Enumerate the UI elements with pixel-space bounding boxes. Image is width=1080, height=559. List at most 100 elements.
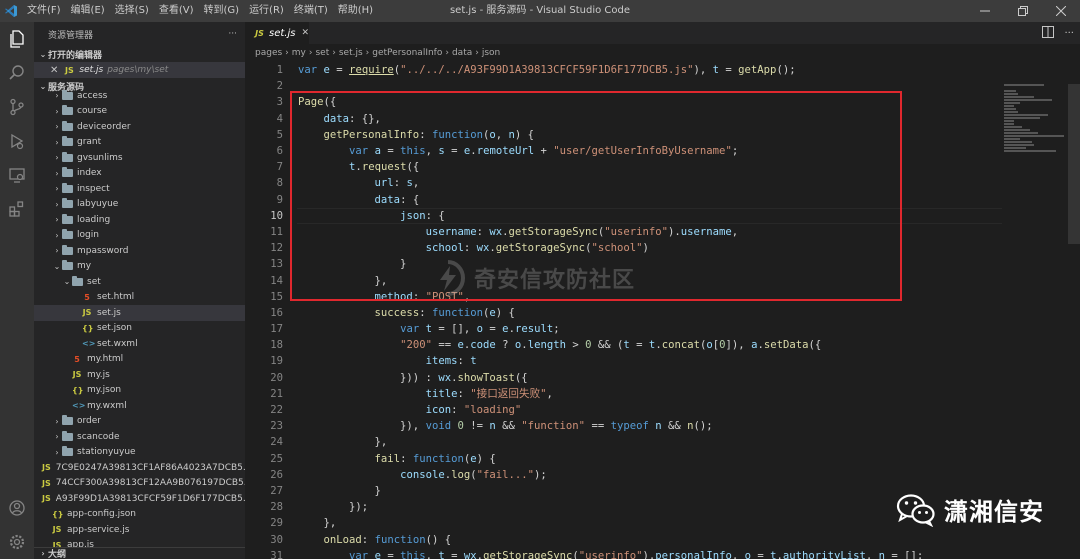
tree-folder[interactable]: › grant: [34, 135, 245, 151]
tree-folder[interactable]: › deviceorder: [34, 119, 245, 135]
outline-section[interactable]: › 大纲: [34, 547, 245, 559]
code-line[interactable]: 19 items: t: [245, 353, 1080, 369]
tree-item-label: A93F99D1A39813CFCF59F1D6F177DCB5...: [55, 493, 245, 504]
account-icon[interactable]: [0, 491, 34, 525]
code-token: });: [298, 501, 369, 514]
vertical-scrollbar[interactable]: [1068, 84, 1080, 559]
line-number: 29: [270, 517, 283, 530]
tree-folder[interactable]: › login: [34, 228, 245, 244]
code-line[interactable]: 26 console.log("fail...");: [245, 467, 1080, 483]
code-line[interactable]: 18 "200" == e.code ? o.length > 0 && (t …: [245, 337, 1080, 353]
tree-folder[interactable]: › loading: [34, 212, 245, 228]
tree-folder[interactable]: › mpassword: [34, 243, 245, 259]
settings-gear-icon[interactable]: [0, 525, 34, 559]
more-actions-icon[interactable]: ···: [1064, 28, 1074, 39]
tree-file[interactable]: JS app-service.js: [34, 522, 245, 538]
breadcrumb-item[interactable]: set.js: [339, 48, 363, 58]
split-editor-icon[interactable]: [1042, 25, 1055, 41]
run-debug-icon[interactable]: [0, 124, 34, 158]
tree-folder[interactable]: › scancode: [34, 429, 245, 445]
menu-item[interactable]: 运行(R): [244, 0, 289, 22]
chevron-right-icon: ›: [55, 246, 59, 256]
line-number: 28: [270, 501, 283, 514]
code-line[interactable]: 22 icon: "loading": [245, 402, 1080, 418]
extensions-icon[interactable]: [0, 192, 34, 226]
chevron-right-icon: ›: [55, 137, 59, 147]
line-number: 12: [270, 242, 283, 255]
minimap[interactable]: [1004, 84, 1068, 154]
tree-file[interactable]: {} app-config.json: [34, 507, 245, 523]
tree-file[interactable]: JS 7C9E0247A39813CF1AF86A4023A7DCB5...: [34, 460, 245, 476]
code-line[interactable]: 30 onLoad: function() {: [245, 531, 1080, 547]
code-token: void: [425, 420, 452, 433]
menu-item[interactable]: 转到(G): [199, 0, 245, 22]
tree-folder[interactable]: › labyuyue: [34, 197, 245, 213]
menu-item[interactable]: 选择(S): [110, 0, 154, 22]
code-line[interactable]: 24 },: [245, 434, 1080, 450]
code-line[interactable]: 16 success: function(e) {: [245, 305, 1080, 321]
open-editors-section[interactable]: ⌄ 打开的编辑器: [34, 46, 245, 62]
breadcrumb-item[interactable]: getPersonalInfo: [372, 48, 442, 58]
restore-icon[interactable]: [1004, 0, 1042, 22]
tree-file[interactable]: 5 my.html: [34, 352, 245, 368]
code-line[interactable]: 31 var e = this, t = wx.getStorageSync("…: [245, 548, 1080, 559]
more-actions-icon[interactable]: ···: [228, 29, 237, 39]
code-line[interactable]: 17 var t = [], o = e.result;: [245, 321, 1080, 337]
menu-item[interactable]: 编辑(E): [66, 0, 110, 22]
source-control-icon[interactable]: [0, 90, 34, 124]
remote-explorer-icon[interactable]: [0, 158, 34, 192]
tree-file[interactable]: JS my.js: [34, 367, 245, 383]
code-token: ,: [425, 549, 439, 559]
code-token: var: [349, 549, 369, 559]
breadcrumb-item[interactable]: pages: [255, 48, 282, 58]
tree-folder[interactable]: › course: [34, 104, 245, 120]
minimap-line: [1004, 144, 1034, 146]
tree-folder[interactable]: › index: [34, 166, 245, 182]
code-line[interactable]: 1 var e = require("../../../A93F99D1A3981…: [245, 62, 1080, 78]
code-line[interactable]: 21 title: "接口返回失败",: [245, 386, 1080, 402]
tree-file[interactable]: <> my.wxml: [34, 398, 245, 414]
tab-set-js[interactable]: JS set.js ✕: [245, 22, 309, 44]
menu-item[interactable]: 帮助(H): [333, 0, 378, 22]
minimap-line: [1004, 84, 1044, 86]
code-line[interactable]: 23 }), void 0 != n && "function" == type…: [245, 418, 1080, 434]
breadcrumb-item[interactable]: my: [292, 48, 306, 58]
menu-item[interactable]: 终端(T): [289, 0, 333, 22]
tree-folder[interactable]: › stationyuyue: [34, 445, 245, 461]
close-tab-icon[interactable]: ✕: [301, 28, 309, 38]
tree-folder[interactable]: › inspect: [34, 181, 245, 197]
menu-item[interactable]: 文件(F): [22, 0, 66, 22]
tree-file[interactable]: <> set.wxml: [34, 336, 245, 352]
breadcrumb-item[interactable]: set: [315, 48, 329, 58]
tree-folder[interactable]: ⌄ my: [34, 259, 245, 275]
code-line[interactable]: 20 })) : wx.showToast({: [245, 370, 1080, 386]
menu-item[interactable]: 查看(V): [154, 0, 199, 22]
tree-file[interactable]: {} set.json: [34, 321, 245, 337]
tree-file[interactable]: JS 74CCF300A39813CF12AA9B076197DCB5...: [34, 476, 245, 492]
breadcrumb-item[interactable]: data: [452, 48, 472, 58]
minimize-icon[interactable]: [966, 0, 1004, 22]
tree-item-label: 74CCF300A39813CF12AA9B076197DCB5...: [55, 478, 245, 489]
tree-file[interactable]: {} my.json: [34, 383, 245, 399]
chevron-right-icon: ›: [308, 48, 313, 58]
tree-file[interactable]: JS A93F99D1A39813CFCF59F1D6F177DCB5...: [34, 491, 245, 507]
close-icon[interactable]: [1042, 0, 1080, 22]
tree-folder[interactable]: › order: [34, 414, 245, 430]
search-icon[interactable]: [0, 56, 34, 90]
close-editor-icon[interactable]: ✕: [50, 65, 58, 76]
open-editor-item[interactable]: ✕ JS set.js pages\my\set: [34, 62, 245, 78]
explorer-icon[interactable]: [0, 22, 34, 56]
tree-folder[interactable]: › gvsunlims: [34, 150, 245, 166]
code-token: setData: [763, 339, 809, 352]
breadcrumb-item[interactable]: json: [482, 48, 500, 58]
scroll-thumb[interactable]: [1068, 84, 1080, 244]
code-token: ,: [546, 388, 553, 401]
tree-file[interactable]: JS set.js: [34, 305, 245, 321]
tree-file[interactable]: 5 set.html: [34, 290, 245, 306]
tree-item-label: my.js: [87, 369, 110, 380]
tree-folder[interactable]: › access: [34, 88, 245, 104]
code-line[interactable]: 25 fail: function(e) {: [245, 451, 1080, 467]
tree-folder[interactable]: ⌄ set: [34, 274, 245, 290]
folder-icon: [62, 151, 73, 162]
